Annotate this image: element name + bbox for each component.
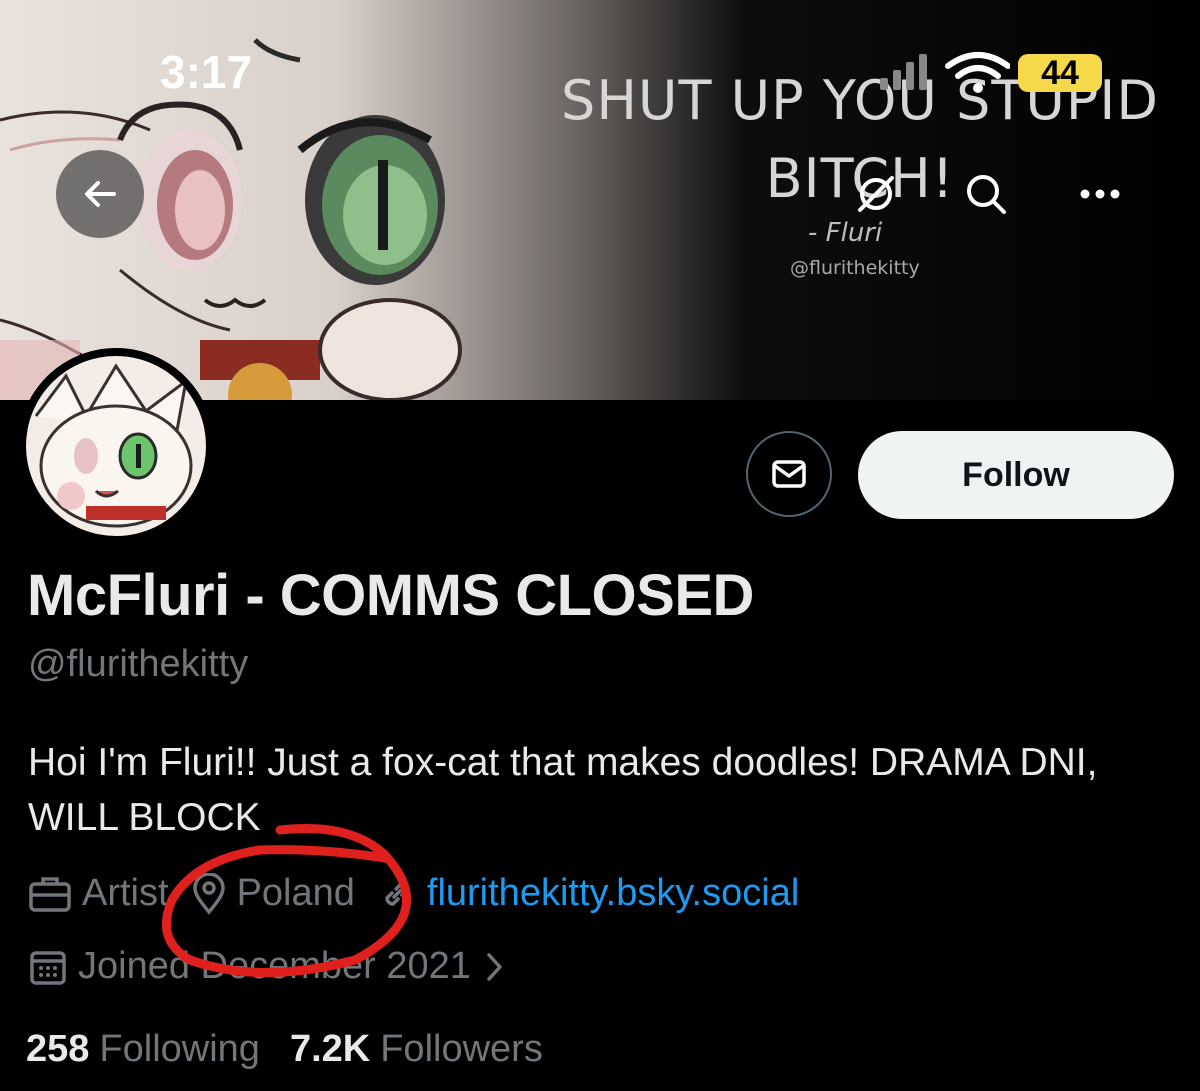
following-stat[interactable]: 258 Following [26, 1028, 260, 1071]
envelope-icon [772, 460, 806, 488]
banner-quote-handle: @flurithekitty [790, 257, 920, 279]
profile-category: Artist [28, 872, 169, 915]
followers-label: Followers [380, 1028, 543, 1070]
back-button[interactable] [56, 150, 144, 238]
message-button[interactable] [746, 431, 832, 517]
banner-quote-attribution: - Fluri [808, 218, 883, 248]
avatar-image [26, 356, 206, 536]
briefcase-icon [29, 876, 71, 912]
avatar[interactable] [18, 348, 214, 544]
arrow-left-icon [85, 181, 116, 207]
status-icons [880, 52, 1010, 93]
search-icon [967, 175, 1006, 214]
slash-circle-icon [858, 176, 894, 212]
chevron-right-icon [487, 952, 502, 981]
red-circle-annotation [161, 823, 412, 977]
following-label: Following [99, 1028, 260, 1070]
followers-count: 7.2K [289, 1028, 371, 1070]
more-icon [1080, 189, 1120, 199]
search-button[interactable] [960, 168, 1012, 220]
status-time: 3:17 [160, 46, 253, 98]
more-button[interactable] [1076, 176, 1124, 212]
wifi-icon [945, 52, 1010, 93]
profile-stats: 258 Following 7.2K Followers [26, 1028, 573, 1071]
profile-handle: @flurithekitty [28, 643, 249, 685]
follow-button[interactable]: Follow [858, 431, 1174, 519]
signal-icon [880, 54, 927, 90]
following-count: 258 [26, 1028, 90, 1070]
display-name: McFluri - COMMS CLOSED [27, 563, 754, 628]
profile-website-link[interactable]: flurithekitty.bsky.social [427, 872, 799, 915]
calendar-icon [30, 950, 66, 985]
followers-stat[interactable]: 7.2K Followers [290, 1028, 543, 1071]
grok-button[interactable] [852, 170, 900, 218]
battery-icon: 44 [1018, 54, 1102, 92]
